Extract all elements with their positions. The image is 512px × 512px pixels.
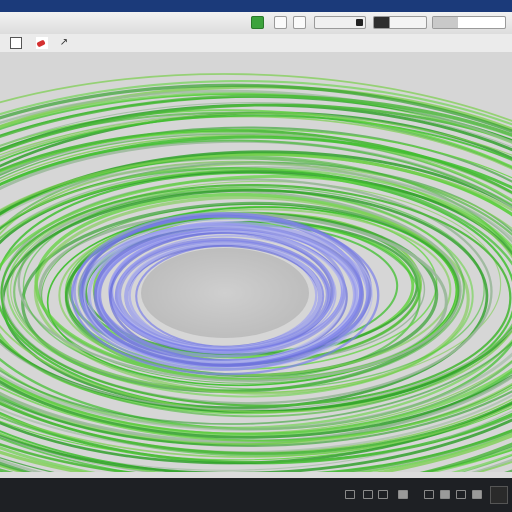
tray-icon-1[interactable] [378, 490, 388, 499]
toolbar-button-2[interactable] [293, 16, 306, 29]
brush-icon[interactable] [36, 37, 48, 49]
tray-icon-2[interactable] [398, 490, 408, 499]
view-mode-button[interactable] [373, 16, 427, 29]
taskbar [0, 478, 512, 512]
image-icon[interactable] [251, 16, 264, 29]
tray-icon-6[interactable] [472, 490, 482, 499]
volume-icon[interactable] [345, 490, 355, 499]
progress-bar-fill [433, 17, 459, 28]
network-icon[interactable] [363, 490, 373, 499]
path-text [84, 38, 384, 49]
main-toolbar [0, 12, 512, 35]
tray-icon-3[interactable] [424, 490, 434, 499]
viewport-status-text [200, 456, 320, 466]
arrow-icon[interactable]: ↗ [58, 37, 70, 49]
document-title [4, 16, 244, 29]
progress-bar [432, 16, 506, 29]
tray-icon-5[interactable] [456, 490, 466, 499]
window-titlebar [0, 0, 512, 12]
toolbar-button-1[interactable] [274, 16, 287, 29]
secondary-toolbar: ↗ [0, 34, 512, 53]
center-hole [141, 248, 309, 338]
page-icon[interactable] [10, 37, 22, 49]
tray-icon-4[interactable] [440, 490, 450, 499]
view-toggle-button[interactable] [314, 16, 366, 29]
start-button[interactable] [490, 486, 508, 504]
torus-visualization [0, 73, 512, 472]
render-viewport[interactable] [0, 52, 512, 472]
